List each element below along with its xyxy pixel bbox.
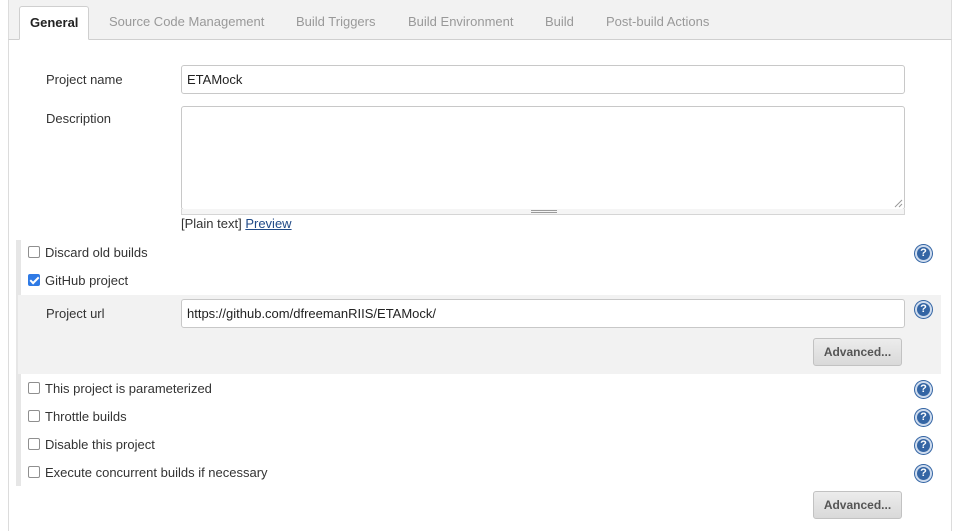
question-icon[interactable]: ? (915, 245, 932, 262)
plain-text-label: [Plain text] (181, 216, 242, 231)
question-icon[interactable]: ? (915, 409, 932, 426)
concurrent-builds-label: Execute concurrent builds if necessary (45, 464, 268, 480)
description-label: Description (46, 111, 112, 126)
github-project-label: GitHub project (45, 272, 129, 288)
tab-post-build-actions[interactable]: Post-build Actions (606, 14, 709, 29)
concurrent-builds-checkbox[interactable] (28, 466, 40, 478)
option-throttle-builds[interactable]: Throttle builds (28, 406, 127, 426)
advanced-button[interactable]: Advanced... (813, 491, 902, 519)
option-parameterized[interactable]: This project is parameterized (28, 378, 212, 398)
tab-build-environment[interactable]: Build Environment (408, 14, 514, 29)
preview-link[interactable]: Preview (245, 216, 291, 231)
question-icon[interactable]: ? (915, 465, 932, 482)
throttle-builds-checkbox[interactable] (28, 410, 40, 422)
description-format: [Plain text] Preview (181, 216, 292, 231)
tab-build[interactable]: Build (545, 14, 574, 29)
tab-build-triggers[interactable]: Build Triggers (296, 14, 375, 29)
discard-old-builds-label: Discard old builds (45, 244, 148, 260)
project-url-input[interactable] (181, 299, 905, 328)
parameterized-label: This project is parameterized (45, 380, 212, 396)
throttle-builds-label: Throttle builds (45, 408, 127, 424)
github-project-checkbox[interactable] (28, 274, 40, 286)
textarea-resize-handle[interactable] (181, 209, 905, 215)
description-textarea[interactable] (181, 106, 905, 210)
project-url-label: Project url (46, 306, 105, 321)
disable-project-checkbox[interactable] (28, 438, 40, 450)
parameterized-checkbox[interactable] (28, 382, 40, 394)
option-disable-project[interactable]: Disable this project (28, 434, 155, 454)
option-discard-old-builds[interactable]: Discard old builds (28, 242, 148, 262)
option-concurrent-builds[interactable]: Execute concurrent builds if necessary (28, 462, 268, 482)
project-name-label: Project name (46, 72, 123, 87)
textarea-corner-grip[interactable] (893, 198, 903, 208)
tab-general[interactable]: General (19, 6, 90, 40)
question-icon[interactable]: ? (915, 381, 932, 398)
option-github-project[interactable]: GitHub project (28, 270, 128, 290)
disable-project-label: Disable this project (45, 436, 155, 452)
tab-source-code-management[interactable]: Source Code Management (109, 14, 264, 29)
github-advanced-button[interactable]: Advanced... (813, 338, 902, 366)
question-icon[interactable]: ? (915, 301, 932, 318)
project-name-input[interactable] (181, 65, 905, 94)
tab-bar: General Source Code Management Build Tri… (8, 0, 952, 40)
question-icon[interactable]: ? (915, 437, 932, 454)
discard-old-builds-checkbox[interactable] (28, 246, 40, 258)
